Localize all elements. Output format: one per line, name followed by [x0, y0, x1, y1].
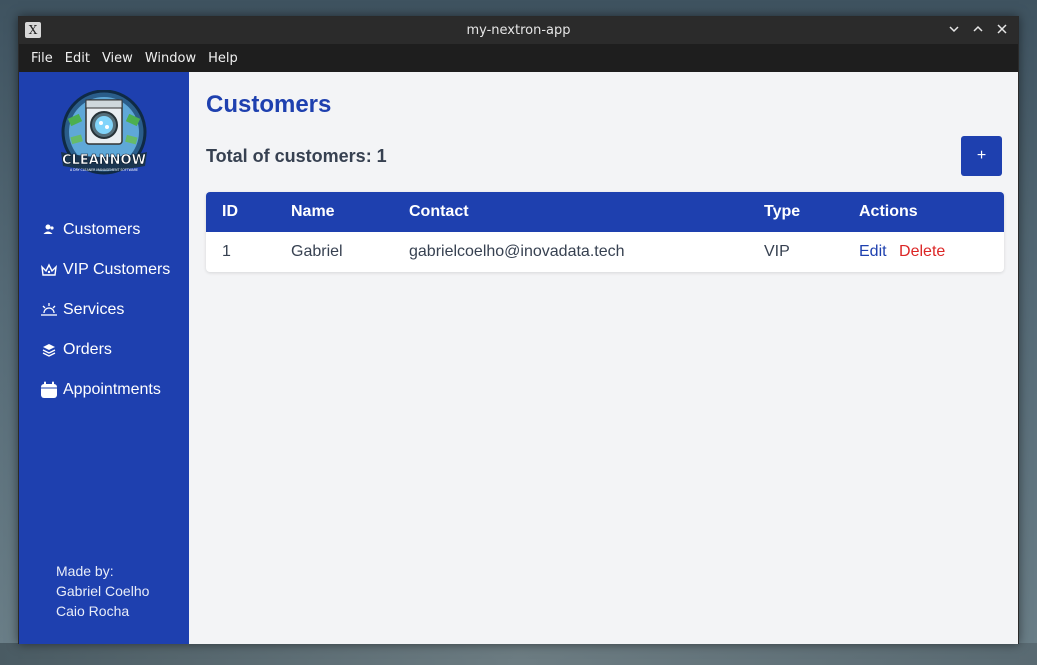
page-title: Customers [206, 91, 332, 118]
menu-window[interactable]: Window [139, 51, 202, 66]
chevron-down-icon [949, 25, 959, 32]
sidebar-item-label: Orders [63, 341, 112, 358]
credits-heading: Made by: [56, 563, 114, 579]
title-bar: X my-nextron-app [19, 17, 1018, 44]
minimize-button[interactable] [946, 23, 962, 39]
cleannow-logo: CLEANNOW A DRY CLEANER MANAGEMENT SOFTWA… [55, 89, 153, 180]
sidebar-item-appointments[interactable]: Appointments [19, 370, 189, 410]
main-content: Customers Total of customers: 1 + ID Nam… [189, 72, 1018, 644]
delete-link[interactable]: Delete [899, 243, 945, 260]
menu-view[interactable]: View [96, 51, 139, 66]
app-window: X my-nextron-app File Edit View Window H… [18, 16, 1019, 644]
sidebar-item-orders[interactable]: Orders [19, 330, 189, 370]
customers-table: ID Name Contact Type Actions 1 Gabriel g… [206, 192, 1004, 272]
sidebar-item-customers[interactable]: Customers [19, 210, 189, 250]
column-header-type: Type [764, 203, 801, 220]
sidebar-item-label: VIP Customers [63, 261, 171, 278]
app-icon: X [25, 22, 41, 38]
table-row: 1 Gabriel gabrielcoelho@inovadata.tech V… [206, 232, 1004, 272]
app-content: CLEANNOW A DRY CLEANER MANAGEMENT SOFTWA… [19, 72, 1018, 644]
chevron-up-icon [973, 25, 983, 32]
table-header-row: ID Name Contact Type Actions [206, 192, 1004, 232]
close-button[interactable] [994, 23, 1010, 39]
desktop-background [0, 643, 1037, 665]
column-header-contact: Contact [409, 203, 469, 220]
sidebar: CLEANNOW A DRY CLEANER MANAGEMENT SOFTWA… [19, 72, 189, 644]
logo-subtitle: A DRY CLEANER MANAGEMENT SOFTWARE [70, 168, 138, 172]
credits-name: Gabriel Coelho [56, 583, 150, 599]
menu-file[interactable]: File [25, 51, 59, 66]
close-icon [997, 23, 1007, 34]
sidebar-item-label: Customers [63, 221, 141, 238]
column-header-id: ID [222, 203, 238, 220]
users-icon [40, 221, 58, 239]
add-customer-button[interactable]: + [961, 136, 1002, 176]
sidebar-item-services[interactable]: Services [19, 290, 189, 330]
calendar-icon [40, 381, 58, 399]
window-controls [946, 17, 1010, 44]
window-title: my-nextron-app [466, 23, 571, 38]
maximize-button[interactable] [970, 23, 986, 39]
sidebar-item-label: Appointments [63, 381, 161, 398]
cell-type: VIP [764, 243, 790, 260]
column-header-actions: Actions [859, 203, 918, 220]
sidebar-item-vip-customers[interactable]: VIP Customers [19, 250, 189, 290]
cell-contact: gabrielcoelho@inovadata.tech [409, 243, 625, 260]
menu-help[interactable]: Help [202, 51, 244, 66]
cell-actions: Edit Delete [859, 232, 1004, 272]
credits-name: Caio Rocha [56, 603, 130, 619]
sunrise-icon [40, 301, 58, 319]
sidebar-item-label: Services [63, 301, 125, 318]
credits: Made by: Gabriel Coelho Caio Rocha [56, 561, 149, 621]
edit-link[interactable]: Edit [859, 243, 887, 260]
total-customers: Total of customers: 1 [206, 146, 387, 166]
menu-edit[interactable]: Edit [59, 51, 96, 66]
layers-icon [40, 341, 58, 359]
column-header-name: Name [291, 203, 335, 220]
crown-icon [40, 261, 58, 279]
logo-text: CLEANNOW [62, 153, 146, 168]
cell-id: 1 [222, 243, 231, 260]
sidebar-nav: Customers VIP Customers Services Orders … [19, 210, 189, 410]
menu-bar: File Edit View Window Help [19, 44, 1018, 72]
cell-name: Gabriel [291, 243, 343, 260]
